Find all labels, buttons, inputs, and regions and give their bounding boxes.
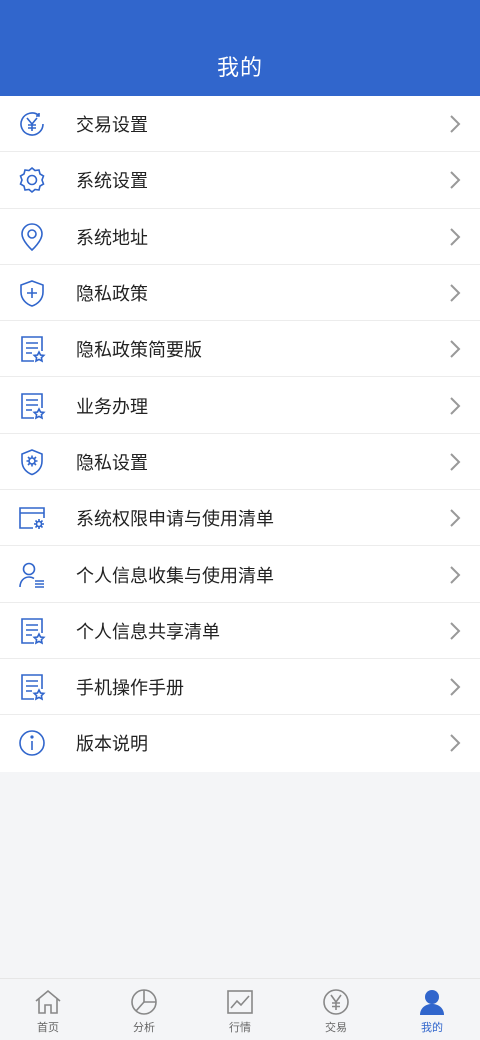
page-title: 我的 — [216, 56, 263, 81]
menu-item-personal-info-sharing[interactable]: 个人信息共享清单 — [0, 603, 480, 660]
menu-item-trade-settings[interactable]: 交易设置 — [0, 96, 480, 153]
menu-label: 隐私政策简要版 — [76, 340, 202, 362]
location-pin-icon — [16, 221, 48, 253]
menu-label: 手机操作手册 — [76, 678, 184, 700]
yen-circle-icon — [323, 989, 349, 1015]
tab-label: 首页 — [37, 1021, 59, 1034]
menu-item-user-manual[interactable]: 手机操作手册 — [0, 659, 480, 716]
tab-label: 交易 — [325, 1021, 347, 1034]
chevron-right-icon — [450, 171, 461, 190]
tab-trade[interactable]: 交易 — [288, 979, 384, 1040]
home-icon — [35, 989, 61, 1014]
menu-label: 个人信息收集与使用清单 — [76, 565, 274, 587]
menu-item-privacy-policy-brief[interactable]: 隐私政策简要版 — [0, 321, 480, 378]
tab-mine[interactable]: 我的 — [384, 979, 480, 1040]
document-star-icon — [16, 333, 48, 365]
chevron-right-icon — [450, 678, 461, 696]
menu-item-system-settings[interactable]: 系统设置 — [0, 152, 480, 209]
menu-item-version-notes[interactable]: 版本说明 — [0, 715, 480, 771]
chevron-right-icon — [450, 622, 461, 640]
chevron-right-icon — [450, 565, 461, 584]
chevron-right-icon — [450, 396, 461, 415]
menu-item-permission-list[interactable]: 系统权限申请与使用清单 — [0, 490, 480, 547]
yen-circle-icon — [16, 108, 48, 140]
bottom-tab-bar: 首页 分析 行情 交易 我的 — [0, 978, 480, 1040]
settings-menu: 交易设置 系统设置 系统地址 隐私政策 隐私政策简要版 业务办理 隐私设置 系统… — [0, 96, 480, 772]
menu-label: 交易设置 — [76, 115, 148, 137]
document-star-icon — [16, 390, 48, 422]
menu-item-business-handling[interactable]: 业务办理 — [0, 377, 480, 435]
person-list-icon — [16, 559, 48, 591]
chevron-right-icon — [450, 228, 461, 246]
info-circle-icon — [16, 727, 48, 759]
gear-icon — [16, 164, 48, 196]
menu-label: 版本说明 — [76, 734, 148, 756]
menu-label: 业务办理 — [76, 396, 148, 418]
user-icon — [420, 990, 444, 1015]
menu-label: 隐私设置 — [76, 452, 148, 474]
menu-item-personal-info-collection[interactable]: 个人信息收集与使用清单 — [0, 546, 480, 603]
menu-label: 系统设置 — [76, 171, 148, 193]
tab-market[interactable]: 行情 — [192, 979, 288, 1040]
tab-analysis[interactable]: 分析 — [96, 979, 192, 1040]
tab-label: 我的 — [421, 1021, 443, 1034]
menu-label: 系统权限申请与使用清单 — [76, 509, 274, 531]
chevron-right-icon — [450, 509, 461, 527]
app-header: 我的 — [0, 0, 480, 96]
menu-item-privacy-settings[interactable]: 隐私设置 — [0, 434, 480, 491]
chevron-right-icon — [450, 453, 461, 471]
tab-label: 行情 — [229, 1021, 251, 1034]
window-gear-icon — [16, 502, 48, 534]
menu-label: 系统地址 — [76, 227, 148, 249]
document-star-icon — [16, 615, 48, 647]
menu-item-privacy-policy[interactable]: 隐私政策 — [0, 265, 480, 322]
chevron-right-icon — [450, 284, 461, 302]
tab-label: 分析 — [133, 1021, 155, 1034]
chevron-right-icon — [450, 115, 461, 133]
document-star-icon — [16, 671, 48, 703]
menu-label: 个人信息共享清单 — [76, 621, 220, 643]
shield-gear-icon — [16, 446, 48, 478]
line-chart-icon — [227, 990, 253, 1014]
tab-home[interactable]: 首页 — [0, 979, 96, 1040]
chevron-right-icon — [450, 340, 461, 359]
shield-plus-icon — [16, 277, 48, 309]
menu-label: 隐私政策 — [76, 284, 148, 306]
menu-item-system-address[interactable]: 系统地址 — [0, 209, 480, 266]
pie-chart-icon — [131, 989, 157, 1015]
chevron-right-icon — [450, 734, 461, 753]
